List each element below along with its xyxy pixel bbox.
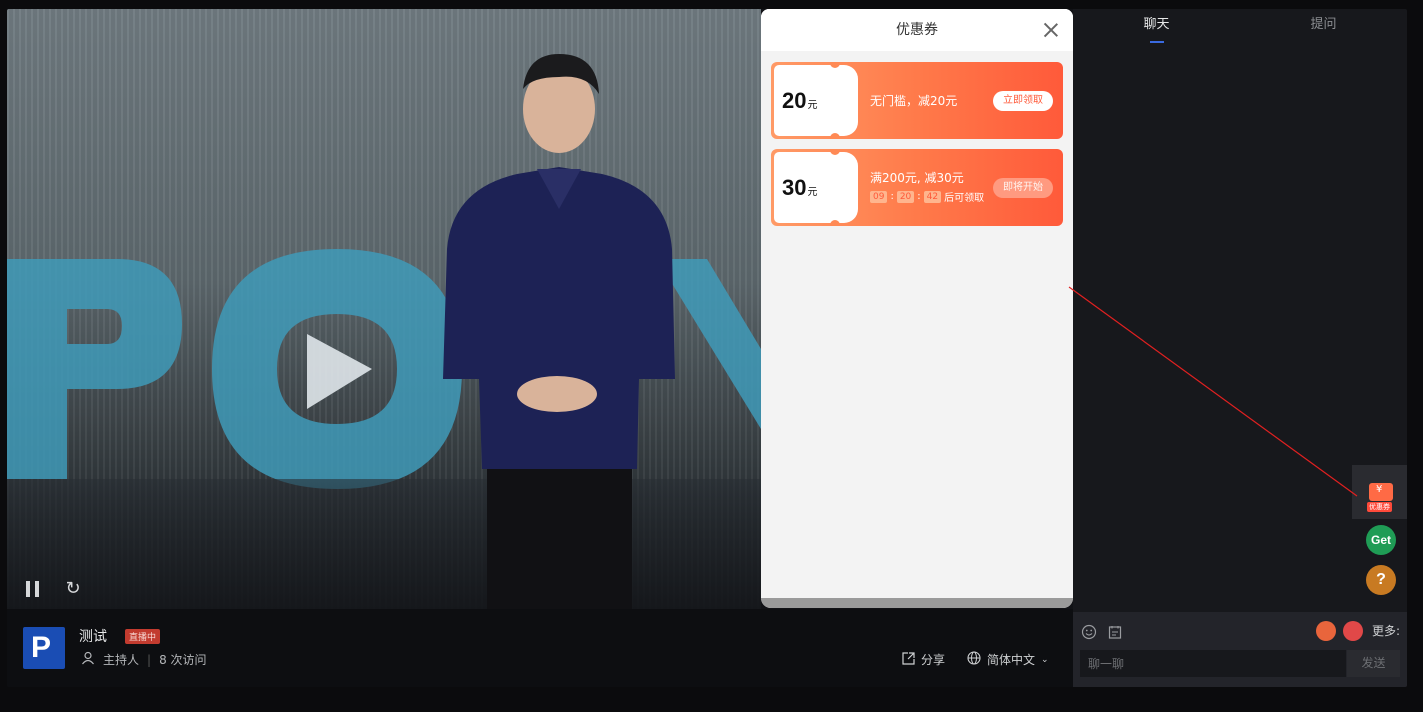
chat-input[interactable] (1080, 650, 1346, 677)
room-avatar: P (23, 627, 65, 669)
chevron-down-icon: ⌄ (1041, 654, 1049, 665)
chat-tabs: 聊天 提问 (1073, 9, 1407, 45)
gift-icon[interactable] (1343, 621, 1363, 641)
coupon-notch (830, 220, 840, 226)
share-icon (902, 651, 915, 668)
question-button[interactable]: ? (1366, 565, 1396, 595)
coupon-stub: 30元 (774, 152, 858, 223)
share-button[interactable]: 分享 (902, 651, 945, 668)
claim-now-button[interactable]: 立即领取 (993, 91, 1053, 111)
close-icon[interactable] (1043, 22, 1059, 38)
coupon-countdown: 09: 20: 42 后可领取 (870, 189, 984, 204)
countdown-minutes: 20 (896, 190, 915, 203)
refresh-icon[interactable]: ↻ (63, 579, 83, 599)
coming-soon-button: 即将开始 (993, 178, 1053, 198)
host-label: 主持人 (103, 653, 140, 667)
user-icon (81, 651, 95, 668)
coupon-tool-label: 优惠券 (1367, 502, 1392, 512)
language-label: 简体中文 (987, 653, 1036, 667)
more-menu[interactable]: 更多: (1372, 622, 1400, 639)
live-room: ↻ P 测试 直播中 主持人 | 8 次访问 分享 简体中文 ⌄ 优惠券 20元… (7, 9, 1407, 687)
countdown-seconds: 42 (923, 190, 942, 203)
visit-count: 8 次访问 (159, 653, 207, 667)
globe-icon (967, 651, 981, 668)
get-button[interactable]: Get (1366, 525, 1396, 555)
notice-icon[interactable] (1107, 624, 1123, 640)
tab-question[interactable]: 提问 (1240, 9, 1407, 45)
room-info-bar: P 测试 直播中 主持人 | 8 次访问 分享 简体中文 ⌄ (7, 609, 1073, 687)
coupon-icon (1369, 483, 1393, 501)
calendar-badge-icon[interactable] (1316, 621, 1336, 641)
share-label: 分享 (921, 653, 946, 667)
pause-button[interactable] (25, 581, 41, 597)
coupon-description: 满200元, 减30元 (870, 171, 964, 185)
coupon-amount: 30元 (782, 175, 818, 200)
send-button[interactable]: 发送 (1347, 650, 1400, 677)
chat-composer: 更多: 发送 (1073, 612, 1407, 687)
coupon-stub: 20元 (774, 65, 858, 136)
coupon-popup: 优惠券 20元 无门槛，减20元 立即领取 30元 满200元, 减30元 09… (761, 9, 1073, 608)
app-frame: ↻ P 测试 直播中 主持人 | 8 次访问 分享 简体中文 ⌄ 优惠券 20元… (0, 0, 1423, 712)
emoji-icon[interactable] (1081, 624, 1097, 640)
live-status-badge: 直播中 (125, 629, 161, 644)
meta-divider: | (147, 652, 152, 667)
chat-panel: 聊天 提问 优惠券 Get ? 更多: (1073, 9, 1407, 687)
coupon-description: 无门槛，减20元 (870, 94, 958, 108)
coupon-tool-button[interactable]: 优惠券 (1352, 465, 1407, 519)
coupon-card: 30元 满200元, 减30元 09: 20: 42 后可领取 即将开始 (771, 149, 1063, 226)
countdown-suffix: 后可领取 (944, 193, 985, 204)
coupon-card: 20元 无门槛，减20元 立即领取 (771, 62, 1063, 139)
presenter (443, 54, 675, 609)
video-player[interactable]: ↻ (7, 9, 761, 609)
tab-chat[interactable]: 聊天 (1073, 9, 1240, 45)
popup-header: 优惠券 (761, 9, 1073, 51)
coupon-amount: 20元 (782, 88, 818, 113)
room-title: 测试 (79, 629, 107, 645)
popup-title: 优惠券 (896, 22, 938, 38)
room-meta: 主持人 | 8 次访问 (81, 651, 207, 668)
popup-bottom-edge (761, 598, 1073, 608)
language-selector[interactable]: 简体中文 ⌄ (967, 651, 1049, 668)
countdown-hours: 09 (870, 190, 888, 203)
coupon-notch (830, 133, 840, 139)
